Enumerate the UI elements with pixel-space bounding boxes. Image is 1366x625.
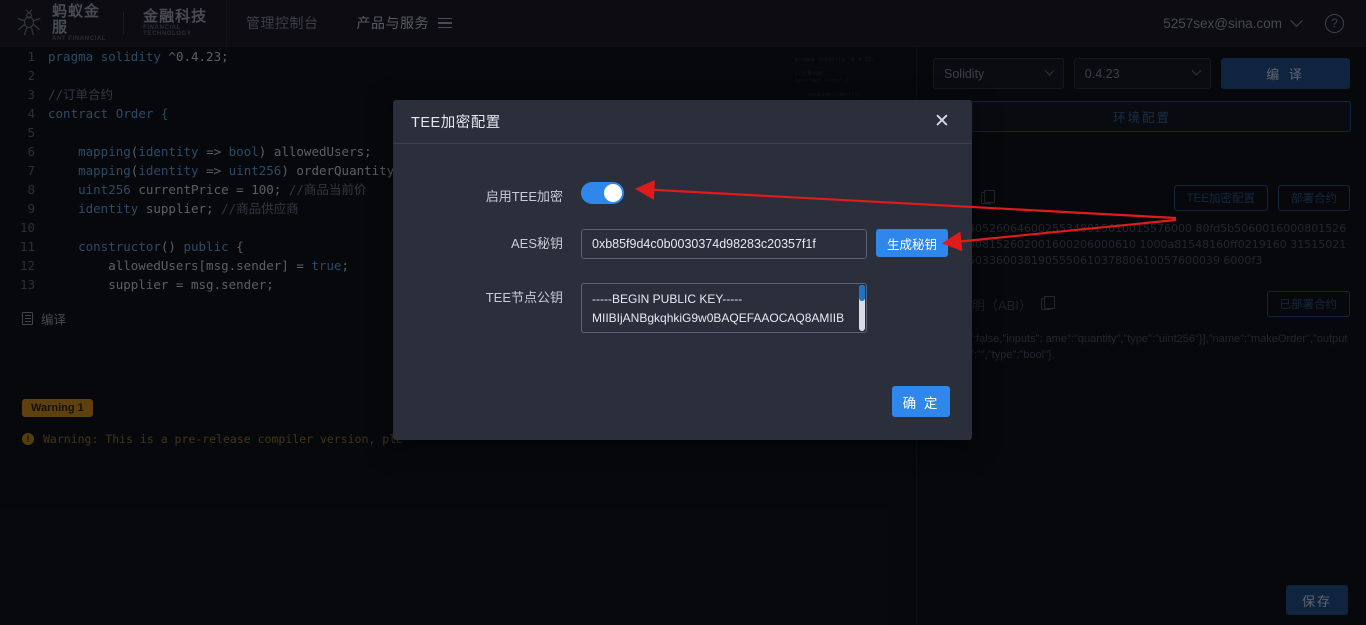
pubkey-label: TEE节点公钥 — [393, 283, 581, 306]
enable-tee-toggle[interactable] — [581, 182, 624, 204]
generate-key-button[interactable]: 生成秘钥 — [876, 229, 948, 257]
aes-key-row: AES秘钥 生成秘钥 — [393, 229, 972, 259]
aes-key-label: AES秘钥 — [393, 229, 581, 252]
app-root: 蚂蚁金服 ANT FINANCIAL 金融科技 FINANCIAL TECHNO… — [0, 0, 1366, 625]
dialog-header: TEE加密配置 ✕ — [393, 100, 972, 144]
pubkey-input-wrap: -----BEGIN PUBLIC KEY----- MIIBIjANBgkqh… — [581, 283, 867, 338]
aes-key-input[interactable] — [581, 229, 867, 259]
toggle-knob — [604, 184, 622, 202]
pubkey-row: TEE节点公钥 -----BEGIN PUBLIC KEY----- MIIBI… — [393, 283, 972, 338]
pubkey-textarea[interactable]: -----BEGIN PUBLIC KEY----- MIIBIjANBgkqh… — [581, 283, 867, 333]
dialog-title: TEE加密配置 — [411, 111, 501, 132]
pubkey-scrollbar[interactable] — [859, 285, 865, 331]
enable-tee-row: 启用TEE加密 — [393, 182, 972, 205]
close-icon[interactable]: ✕ — [930, 110, 954, 134]
tee-encryption-dialog: TEE加密配置 ✕ 启用TEE加密 AES秘钥 生成秘钥 TEE节点公钥 ---… — [393, 100, 972, 440]
confirm-button[interactable]: 确 定 — [892, 386, 950, 417]
enable-tee-label: 启用TEE加密 — [393, 182, 581, 205]
